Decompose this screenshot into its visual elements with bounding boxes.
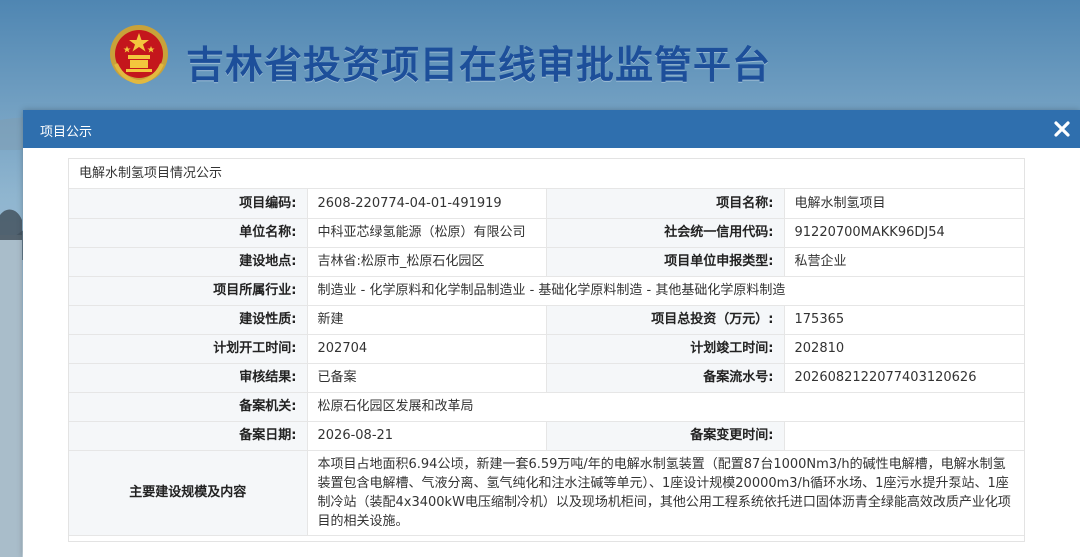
project-info-panel: 电解水制氢项目情况公示 项目编码: 2608-220774-04-01-4919… <box>68 158 1025 542</box>
location-label: 建设地点: <box>69 246 308 277</box>
location-value: 吉林省:松原市_松原石化园区 <box>306 246 547 277</box>
record-date-value: 2026-08-21 <box>306 420 547 451</box>
table-row: 单位名称: 中科亚芯绿氢能源（松原）有限公司 社会统一信用代码: 9122070… <box>69 217 1024 248</box>
investment-label: 项目总投资（万元）: <box>545 304 785 335</box>
authority-value: 松原石化园区发展和改革局 <box>306 391 1024 422</box>
unit-name-label: 单位名称: <box>69 217 308 248</box>
table-row: 项目所属行业: 制造业 - 化学原料和化学制品制造业 - 基础化学原料制造 - … <box>69 275 1024 306</box>
authority-label: 备案机关: <box>69 391 308 422</box>
close-icon[interactable] <box>1052 119 1072 139</box>
scope-value: 本项目占地面积6.94公顷，新建一套6.59万吨/年的电解水制氢装置（配置87台… <box>306 449 1024 536</box>
result-value: 已备案 <box>306 362 547 393</box>
start-time-label: 计划开工时间: <box>69 333 308 364</box>
table-row: 备案日期: 2026-08-21 备案变更时间: <box>69 420 1024 451</box>
project-announcement-modal: 项目公示 电解水制氢项目情况公示 项目编码: 2608-220774-04-01… <box>23 110 1080 557</box>
national-emblem-icon <box>110 25 168 85</box>
panel-title: 电解水制氢项目情况公示 <box>69 159 1024 189</box>
end-time-value: 202810 <box>783 333 1024 364</box>
record-date-label: 备案日期: <box>69 420 308 451</box>
industry-label: 项目所属行业: <box>69 275 308 306</box>
table-row: 项目编码: 2608-220774-04-01-491919 项目名称: 电解水… <box>69 189 1024 219</box>
investment-value: 175365 <box>783 304 1024 335</box>
change-time-label: 备案变更时间: <box>545 420 785 451</box>
site-header: 吉林省投资项目在线审批监管平台 <box>0 0 1080 108</box>
project-name-label: 项目名称: <box>545 189 785 219</box>
unit-name-value: 中科亚芯绿氢能源（松原）有限公司 <box>306 217 547 248</box>
modal-title: 项目公示 <box>40 125 93 140</box>
end-time-label: 计划竣工时间: <box>545 333 785 364</box>
industry-value: 制造业 - 化学原料和化学制品制造业 - 基础化学原料制造 - 其他基础化学原料… <box>306 275 1024 306</box>
nature-value: 新建 <box>306 304 547 335</box>
table-row: 建设性质: 新建 项目总投资（万元）: 175365 <box>69 304 1024 335</box>
nature-label: 建设性质: <box>69 304 308 335</box>
serial-label: 备案流水号: <box>545 362 785 393</box>
declare-type-value: 私营企业 <box>783 246 1024 277</box>
project-code-label: 项目编码: <box>69 189 308 219</box>
table-row: 审核结果: 已备案 备案流水号: 2026082122077403120626 <box>69 362 1024 393</box>
project-info-table: 项目编码: 2608-220774-04-01-491919 项目名称: 电解水… <box>69 189 1024 536</box>
project-name-value: 电解水制氢项目 <box>783 189 1024 219</box>
table-row: 备案机关: 松原石化园区发展和改革局 <box>69 391 1024 422</box>
table-row: 主要建设规模及内容 本项目占地面积6.94公顷，新建一套6.59万吨/年的电解水… <box>69 449 1024 536</box>
site-title: 吉林省投资项目在线审批监管平台 <box>186 43 772 87</box>
scope-label: 主要建设规模及内容 <box>69 449 308 536</box>
table-row: 计划开工时间: 202704 计划竣工时间: 202810 <box>69 333 1024 364</box>
result-label: 审核结果: <box>69 362 308 393</box>
start-time-value: 202704 <box>306 333 547 364</box>
modal-header: 项目公示 <box>23 110 1080 148</box>
credit-code-value: 91220700MAKK96DJ54 <box>783 217 1024 248</box>
serial-value: 2026082122077403120626 <box>783 362 1024 393</box>
change-time-value <box>783 420 1024 451</box>
declare-type-label: 项目单位申报类型: <box>545 246 785 277</box>
table-row: 建设地点: 吉林省:松原市_松原石化园区 项目单位申报类型: 私营企业 <box>69 246 1024 277</box>
project-code-value: 2608-220774-04-01-491919 <box>306 189 547 219</box>
credit-code-label: 社会统一信用代码: <box>545 217 785 248</box>
